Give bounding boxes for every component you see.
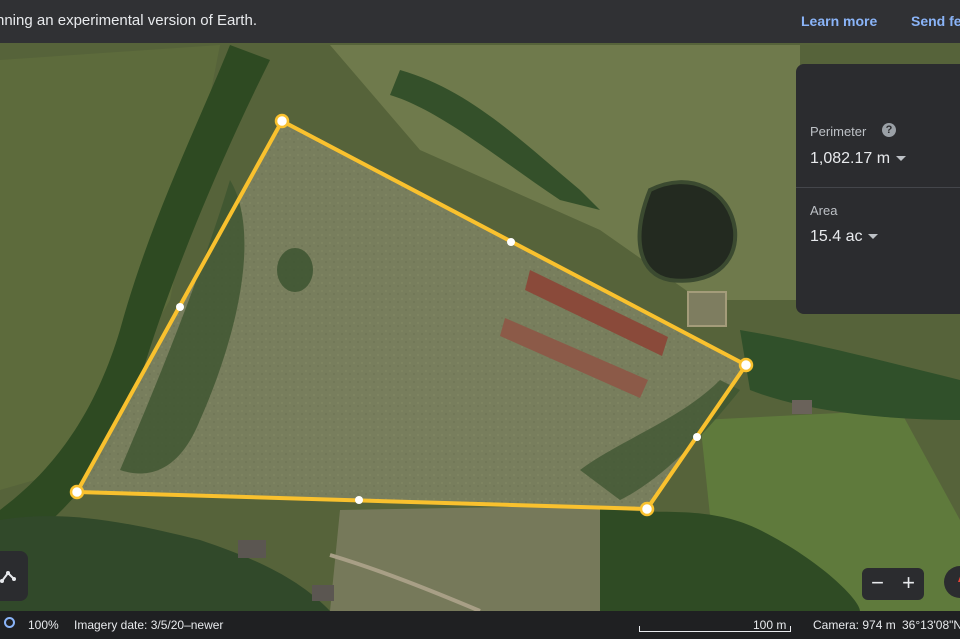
panel-divider	[796, 187, 960, 188]
vertex-handle[interactable]	[69, 484, 85, 500]
vertex-handle[interactable]	[639, 501, 655, 517]
imagery-date: Imagery date: 3/5/20–newer	[74, 618, 224, 632]
area-unit-select[interactable]: 15.4 ac	[810, 228, 879, 246]
corral	[687, 291, 727, 327]
area-value: 15.4 ac	[810, 228, 863, 245]
midpoint-handle[interactable]	[355, 496, 363, 504]
chevron-down-icon	[868, 234, 879, 240]
path-tool-icon	[0, 571, 16, 583]
zoom-in-button[interactable]: +	[893, 568, 924, 600]
banner-message: nning an experimental version of Earth.	[0, 12, 257, 29]
status-bar: 100% Imagery date: 3/5/20–newer 100 m Ca…	[0, 611, 960, 639]
perimeter-value: 1,082.17 m	[810, 150, 891, 167]
perimeter-label: Perimeter	[810, 124, 867, 139]
experimental-banner: nning an experimental version of Earth. …	[0, 0, 960, 43]
pond	[637, 180, 738, 283]
field-bottom	[330, 505, 640, 611]
zoom-percent: 100%	[28, 618, 59, 632]
camera-altitude: Camera: 974 m	[813, 618, 896, 632]
globe-icon[interactable]	[4, 617, 15, 628]
midpoint-handle[interactable]	[693, 433, 701, 441]
scale-label: 100 m	[753, 618, 787, 632]
inner-tree-clump	[277, 248, 313, 292]
house-2	[312, 585, 334, 601]
zoom-out-button[interactable]: −	[862, 568, 893, 600]
help-icon[interactable]: ?	[882, 123, 896, 137]
coordinates: 36°13'08"N	[902, 618, 960, 632]
house-1	[238, 540, 266, 558]
send-feedback-link[interactable]: Send fe	[911, 13, 960, 29]
zoom-controls: − +	[862, 568, 924, 600]
midpoint-handle[interactable]	[507, 238, 515, 246]
area-label: Area	[810, 203, 838, 218]
perimeter-unit-select[interactable]: 1,082.17 m	[810, 150, 907, 168]
measure-panel: Perimeter ? 1,082.17 m Area 15.4 ac	[796, 64, 960, 314]
chevron-down-icon	[896, 156, 907, 162]
midpoint-handle[interactable]	[176, 303, 184, 311]
vertex-handle[interactable]	[738, 357, 754, 373]
vertex-handle[interactable]	[274, 113, 290, 129]
path-tool-button[interactable]	[0, 551, 28, 601]
house-3	[792, 400, 812, 414]
learn-more-link[interactable]: Learn more	[801, 13, 877, 29]
